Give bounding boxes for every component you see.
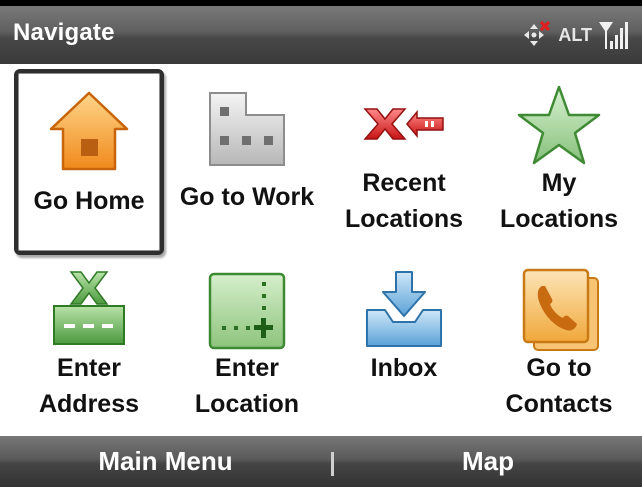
softkey-bar: Main Menu Map [0,436,642,487]
tile-label: Go to Work [179,183,315,211]
recent-locations-icon [363,108,444,140]
home-icon [49,91,129,171]
page-title: Navigate [13,19,115,46]
contacts-icon [522,268,599,351]
network-disconnected-icon [524,20,551,46]
tile-label: Recent Locations [344,169,464,233]
tile-label: Go Home [33,187,145,215]
enter-location-icon [208,272,286,350]
inbox-tile[interactable]: Inbox [329,254,479,440]
navigation-grid: Go Home Go to Work Recent Locations My L… [0,64,642,436]
tile-label: My Locations [499,169,619,233]
alt-indicator: ALT [558,24,592,45]
tile-label: Go to Contacts [505,354,613,418]
signal-strength-icon [599,22,628,49]
tile-label: Enter Location [194,354,300,418]
enter-address-icon [53,271,125,345]
map-softkey[interactable]: Map [334,436,642,487]
go-home-tile[interactable]: Go Home [14,69,164,255]
tile-label: Inbox [370,354,438,382]
title-bar: Navigate ALT [0,0,642,64]
tile-label: Enter Address [38,354,140,418]
my-locations-tile[interactable]: My Locations [484,69,634,255]
enter-location-tile[interactable]: Enter Location [172,254,322,440]
status-indicators: ALT [522,18,628,52]
navigate-screen: Navigate ALT Go Home Go to Work Recent L… [0,0,642,487]
enter-address-tile[interactable]: Enter Address [14,254,164,440]
recent-locations-tile[interactable]: Recent Locations [329,69,479,255]
go-to-contacts-tile[interactable]: Go to Contacts [484,254,634,440]
inbox-icon [366,271,442,347]
star-icon [517,85,601,165]
building-icon [209,92,285,166]
go-to-work-tile[interactable]: Go to Work [172,69,322,255]
main-menu-softkey[interactable]: Main Menu [0,436,331,487]
